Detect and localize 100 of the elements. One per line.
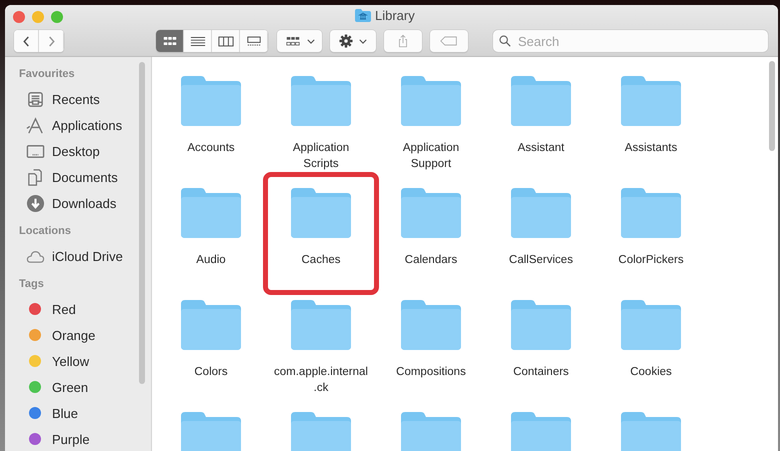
- folder-label: Compositions: [395, 365, 467, 380]
- grid-icon: [284, 36, 300, 46]
- folder-label: Application Scripts: [292, 141, 350, 172]
- folder-icon: [401, 412, 461, 451]
- scrollbar[interactable]: [139, 62, 145, 384]
- sidebar-item[interactable]: Yellow: [5, 348, 151, 374]
- document-icon: [26, 168, 45, 186]
- sidebar-item[interactable]: Desktop: [5, 138, 151, 164]
- folder-item[interactable]: ColorPickers: [596, 188, 706, 300]
- folder-label: Colors: [193, 365, 229, 380]
- folder-icon: [291, 300, 351, 350]
- tag-button[interactable]: [430, 30, 468, 52]
- folder-item[interactable]: Application Support: [376, 76, 486, 188]
- sidebar-item-label: Yellow: [52, 354, 90, 368]
- folder-label: Assistant: [516, 141, 566, 156]
- folder-item[interactable]: Assistant: [486, 76, 596, 188]
- folder-label: Assistants: [624, 141, 678, 156]
- folder-item[interactable]: Audio: [156, 188, 266, 300]
- gallery-icon: [246, 36, 262, 46]
- folder-icon: [511, 300, 571, 350]
- sidebar-item[interactable]: Purple: [5, 426, 151, 451]
- folder-icon: [511, 188, 571, 238]
- folder-label: Accounts: [186, 141, 236, 156]
- sidebar-item-label: Blue: [52, 406, 78, 420]
- folder-item[interactable]: Colors: [156, 300, 266, 412]
- caret-icon: [359, 38, 367, 44]
- columns-view-button[interactable]: [212, 30, 240, 52]
- folder-icon: [511, 412, 571, 451]
- folder-icon: [511, 76, 571, 126]
- icons-view-button[interactable]: [156, 30, 184, 52]
- sidebar-item-label: Orange: [52, 328, 96, 342]
- folder-label: Audio: [195, 253, 227, 268]
- list-view-button[interactable]: [184, 30, 212, 52]
- folder-label: CallServices: [508, 253, 574, 268]
- sidebar-item[interactable]: Downloads: [5, 190, 151, 216]
- chevron-left-icon: [22, 34, 30, 48]
- settings-button[interactable]: [330, 30, 376, 52]
- back-button[interactable]: [14, 30, 39, 52]
- columns-icon: [218, 36, 234, 46]
- folder-icon: [401, 188, 461, 238]
- sidebar-item-label: Applications: [52, 118, 122, 132]
- minimize-button[interactable]: [32, 10, 44, 22]
- folder-icon: [621, 300, 681, 350]
- folder-label: Cookies: [629, 365, 673, 380]
- folder-icon: [621, 76, 681, 126]
- window-title: Library: [375, 8, 415, 23]
- folder-icon: [181, 76, 241, 126]
- folder-icon: [401, 76, 461, 126]
- section-header: Favourites: [18, 67, 76, 82]
- folder-icon: [291, 76, 351, 126]
- folder-item[interactable]: CallServices: [486, 188, 596, 300]
- chevron-right-icon: [46, 34, 56, 48]
- sidebar-item-label: Desktop: [52, 144, 100, 158]
- gallery-view-button[interactable]: [240, 30, 268, 52]
- grid-icon: [162, 36, 178, 46]
- share-button[interactable]: [384, 30, 422, 52]
- folder-icon: [621, 188, 681, 238]
- folder-icon: [355, 9, 371, 22]
- tray-icon: [26, 90, 45, 108]
- folder-item[interactable]: Accounts: [156, 76, 266, 188]
- caret-icon: [306, 38, 314, 44]
- sidebar-item-label: Red: [52, 302, 76, 316]
- folder-item[interactable]: Containers: [486, 300, 596, 412]
- folder-label: com.apple.internal.ck: [274, 365, 368, 396]
- sidebar-item-label: Documents: [52, 170, 118, 184]
- search-field[interactable]: Search: [493, 30, 768, 52]
- section-header: Locations: [18, 224, 72, 239]
- folder-item[interactable]: Assistants: [596, 76, 706, 188]
- folder-label: Calendars: [404, 253, 458, 268]
- sidebar-item-label: Downloads: [52, 196, 116, 210]
- folder-icon: [621, 412, 681, 451]
- sidebar-item[interactable]: Green: [5, 374, 151, 400]
- sidebar-item[interactable]: Applications: [5, 112, 151, 138]
- sidebar-item-label: iCloud Drive: [52, 248, 123, 264]
- sidebar-item-label: Green: [52, 380, 88, 394]
- folder-icon: [181, 188, 241, 238]
- search-input[interactable]: Search: [516, 32, 720, 50]
- folder-icon: [401, 300, 461, 350]
- scrollbar[interactable]: [769, 61, 775, 151]
- search-icon: [499, 35, 511, 47]
- sidebar-item[interactable]: Recents: [5, 86, 151, 112]
- folder-item[interactable]: Calendars: [376, 188, 486, 300]
- zoom-button[interactable]: [51, 10, 63, 22]
- download-icon: [26, 194, 45, 212]
- sidebar-item[interactable]: Documents: [5, 164, 151, 190]
- tag-icon: [440, 36, 458, 46]
- sidebar-item[interactable]: Orange: [5, 322, 151, 348]
- sidebar-item[interactable]: Red: [5, 296, 151, 322]
- list-icon: [190, 36, 206, 46]
- folder-item[interactable]: com.apple.internal.ck: [266, 300, 376, 412]
- gear-icon: [339, 34, 353, 48]
- close-button[interactable]: [13, 10, 25, 22]
- group-by-button[interactable]: [277, 30, 322, 52]
- sidebar-item-label: Purple: [52, 432, 90, 446]
- sidebar-item[interactable]: iCloud Drive: [5, 243, 151, 269]
- folder-item[interactable]: Cookies: [596, 300, 706, 412]
- folder-item[interactable]: Compositions: [376, 300, 486, 412]
- folder-label: ColorPickers: [617, 253, 685, 268]
- sidebar-item-label: Recents: [52, 92, 100, 106]
- sidebar-item[interactable]: Blue: [5, 400, 151, 426]
